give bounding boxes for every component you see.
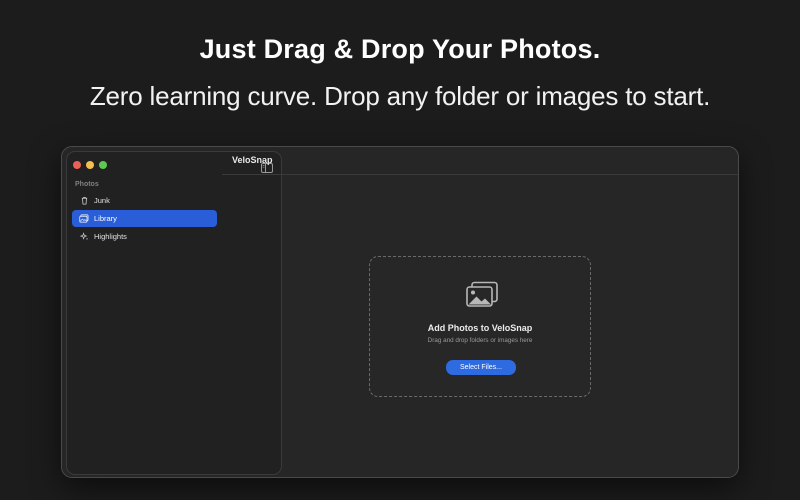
minimize-window-button[interactable]	[86, 161, 94, 169]
hero-headline: Just Drag & Drop Your Photos.	[199, 34, 601, 64]
window-title: VeloSnap	[232, 155, 273, 165]
app-window: Photos Junk Library Highlights VeloSnap …	[61, 146, 739, 478]
hero-subline: Zero learning curve. Drop any folder or …	[89, 81, 711, 111]
sidebar-item-highlights[interactable]: Highlights	[72, 228, 217, 245]
close-window-button[interactable]	[73, 161, 81, 169]
trash-icon	[79, 196, 89, 206]
sidebar-item-label: Library	[94, 214, 117, 223]
sidebar-item-label: Highlights	[94, 232, 127, 241]
sidebar-nav: Junk Library Highlights	[72, 192, 217, 246]
title-bar: VeloSnap	[222, 147, 738, 175]
drop-zone[interactable]: Add Photos to VeloSnap Drag and drop fol…	[369, 256, 591, 397]
screenshot-stage: Just Drag & Drop Your Photos. Zero learn…	[0, 0, 800, 500]
select-files-button[interactable]: Select Files...	[446, 360, 516, 375]
sidebar-item-library[interactable]: Library	[72, 210, 217, 227]
main-content: VeloSnap Add Photos to VeloSnap Drag and…	[222, 147, 738, 477]
drop-zone-title: Add Photos to VeloSnap	[427, 323, 533, 333]
zoom-window-button[interactable]	[99, 161, 107, 169]
sparkle-icon	[79, 232, 89, 242]
photos-stack-icon	[465, 281, 499, 309]
sidebar-section-label: Photos	[75, 181, 99, 188]
window-controls	[73, 161, 107, 169]
photo-library-icon	[79, 214, 89, 224]
sidebar-item-label: Junk	[94, 196, 110, 205]
sidebar-item-junk[interactable]: Junk	[72, 192, 217, 209]
drop-zone-subtitle: Drag and drop folders or images here	[427, 337, 533, 344]
